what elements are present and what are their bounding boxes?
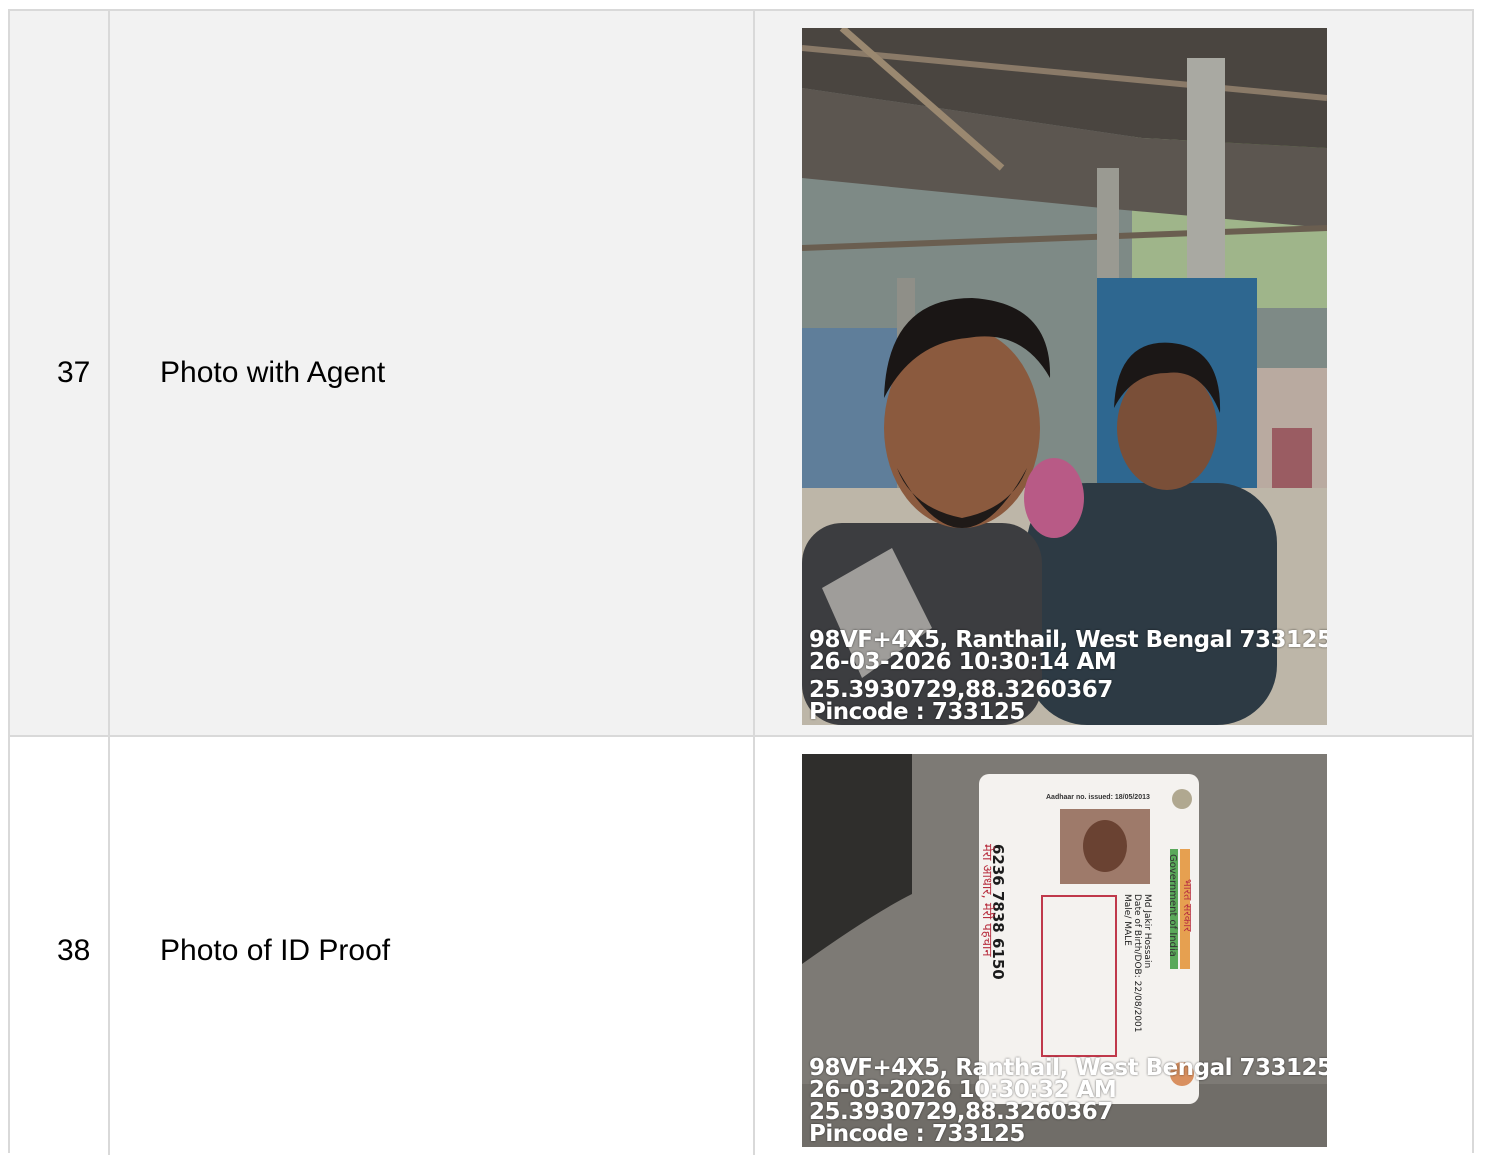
geotag-datetime: 26-03-2026 10:30:32 AM — [809, 1077, 1117, 1103]
geotag-address: 98VF+4X5, Ranthail, West Bengal 733125, … — [809, 627, 1327, 653]
geotag-datetime: 26-03-2026 10:30:14 AM — [809, 649, 1117, 675]
aadhaar-govt-en: Government of India — [1167, 854, 1178, 957]
aadhaar-issued: Aadhaar no. issued: 18/05/2013 — [1046, 794, 1150, 801]
row-number: 38 — [57, 934, 91, 967]
geotag-overlay: 98VF+4X5, Ranthail, West Bengal 733125, … — [809, 1055, 1327, 1147]
aadhaar-govt-hi: भारत सरकार — [1181, 879, 1194, 932]
row-label-cell: Photo with Agent — [110, 11, 755, 735]
aadhaar-dob: Date of Birth/DOB: 22/08/2001 — [1132, 894, 1142, 1033]
table-row: 37 Photo with Agent 98VF+4X5, Ranthail, … — [10, 11, 1472, 737]
row-number: 37 — [57, 356, 91, 389]
data-table: 37 Photo with Agent 98VF+4X5, Ranthail, … — [8, 9, 1474, 1155]
row-label-cell: Photo of ID Proof — [110, 737, 755, 1155]
aadhaar-tagline: मेरा आधार, मेरी पहचान — [979, 844, 994, 957]
selfie-image — [802, 28, 1327, 725]
id-proof-photo[interactable]: 6236 7838 6150 मेरा आधार, मेरी पहचान Md … — [802, 754, 1327, 1147]
aadhaar-gender: Male/ MALE — [1122, 894, 1132, 946]
row-number-cell: 38 — [10, 737, 110, 1155]
agent-selfie-photo[interactable]: 98VF+4X5, Ranthail, West Bengal 733125, … — [802, 28, 1327, 725]
geotag-pincode: Pincode : 733125 — [809, 699, 1025, 725]
geotag-coords: 25.3930729,88.3260367 — [809, 677, 1113, 703]
table-row: 38 Photo of ID Proof 6236 7838 6150 मेरा… — [10, 737, 1472, 1155]
geotag-overlay: 98VF+4X5, Ranthail, West Bengal 733125, … — [809, 627, 1327, 725]
geotag-coords: 25.3930729,88.3260367 — [809, 1099, 1113, 1125]
geotag-address: 98VF+4X5, Ranthail, West Bengal 733125, … — [809, 1055, 1327, 1081]
row-photo-cell: 98VF+4X5, Ranthail, West Bengal 733125, … — [755, 11, 1472, 735]
geotag-pincode: Pincode : 733125 — [809, 1121, 1025, 1147]
row-label: Photo of ID Proof — [160, 934, 391, 967]
row-number-cell: 37 — [10, 11, 110, 735]
aadhaar-name: Md Jakir Hossain — [1142, 894, 1152, 969]
row-photo-cell: 6236 7838 6150 मेरा आधार, मेरी पहचान Md … — [755, 737, 1472, 1155]
row-label: Photo with Agent — [160, 356, 386, 389]
